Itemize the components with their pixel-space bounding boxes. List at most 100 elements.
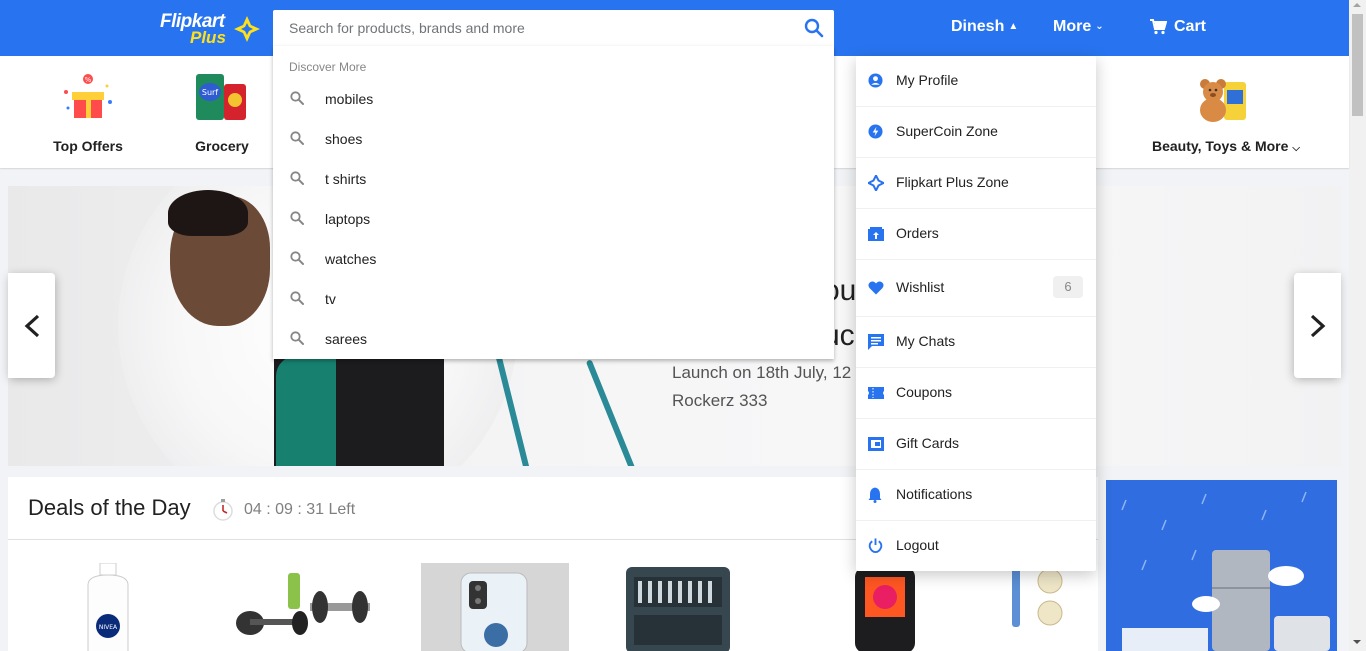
search-icon[interactable]	[804, 18, 824, 38]
phone-case-image	[460, 572, 528, 651]
scroll-down-arrow-icon[interactable]	[1353, 640, 1361, 644]
menu-item-label: SuperCoin Zone	[896, 123, 998, 139]
search-icon	[290, 131, 304, 145]
menu-item-gift-cards[interactable]: Gift Cards	[856, 419, 1096, 470]
profile-menu-dropdown: My Profile SuperCoin Zone Flipkart Plus …	[856, 56, 1096, 571]
menu-item-my-chats[interactable]: My Chats	[856, 317, 1096, 368]
search-suggestion-item[interactable]: t shirts	[273, 159, 834, 199]
cart-link[interactable]: Cart	[1150, 18, 1206, 36]
menu-item-label: Gift Cards	[896, 435, 960, 451]
category-label: Top Offers	[53, 138, 123, 154]
page-scrollbar[interactable]	[1349, 0, 1366, 651]
menu-item-label: Flipkart Plus Zone	[896, 174, 1009, 190]
menu-item-label: Logout	[896, 537, 939, 553]
deals-title: Deals of the Day	[28, 495, 191, 520]
category-label: Grocery	[195, 138, 249, 154]
search-bar	[273, 10, 834, 46]
banner-launch-text: Launch on 18th July, 12	[672, 363, 852, 382]
search-input[interactable]	[273, 10, 793, 46]
user-menu-toggle[interactable]: Dinesh ▲	[951, 18, 1018, 36]
search-suggestion-item[interactable]: sarees	[273, 319, 834, 359]
search-suggestion-item[interactable]: mobiles	[273, 79, 834, 119]
menu-item-label: Notifications	[896, 486, 973, 502]
menu-item-notifications[interactable]: Notifications	[856, 470, 1096, 521]
search-icon	[290, 91, 304, 105]
deal-product-accessories[interactable]	[998, 563, 1094, 651]
chevron-right-icon	[1310, 314, 1326, 338]
deal-product-tool-kit[interactable]	[624, 563, 732, 651]
cart-label: Cart	[1174, 18, 1207, 35]
flipkart-plus-logo[interactable]: Flipkart Plus	[160, 10, 262, 47]
earphone-cable	[585, 359, 637, 466]
deal-product-lotion[interactable]: NIVEA	[78, 563, 138, 651]
deal-product-fitness-kit[interactable]	[230, 563, 380, 651]
lotion-bottle-image: NIVEA	[87, 563, 129, 651]
deal-product-feature-phone[interactable]	[853, 563, 917, 651]
category-grocery[interactable]: Surf Grocery	[172, 56, 272, 168]
scrollbar-thumb[interactable]	[1352, 14, 1363, 116]
svg-text:Surf: Surf	[202, 88, 218, 97]
suggestions-heading: Discover More	[289, 60, 367, 74]
menu-item-orders[interactable]: Orders	[856, 209, 1096, 260]
suggestion-text: laptops	[325, 211, 371, 227]
scroll-up-arrow-icon[interactable]	[1353, 3, 1361, 7]
category-label: Beauty, Toys & More ⌵	[1152, 138, 1300, 154]
banner-model-hair	[168, 190, 248, 236]
appliances-image	[1121, 491, 1330, 651]
category-label-text: Beauty, Toys & More	[1152, 138, 1289, 154]
tool-kit-image	[626, 567, 730, 651]
svg-text:NIVEA: NIVEA	[99, 624, 118, 631]
more-label: More	[1053, 18, 1092, 35]
chevron-down-icon: ⌵	[1292, 143, 1300, 154]
offers-gift-icon: %	[64, 74, 112, 118]
search-suggestion-item[interactable]: laptops	[273, 199, 834, 239]
search-suggestions-dropdown: Discover More mobiles shoes t shirts laptop…	[273, 46, 834, 359]
suggestion-text: tv	[325, 291, 336, 307]
search-suggestion-item[interactable]: tv	[273, 279, 834, 319]
user-name: Dinesh	[951, 18, 1005, 35]
grocery-packs-icon: Surf	[196, 74, 246, 120]
menu-item-logout[interactable]: Logout	[856, 521, 1096, 571]
heart-icon	[868, 281, 884, 295]
accessories-image	[1012, 567, 1094, 651]
search-icon	[290, 251, 304, 265]
suggestion-text: sarees	[325, 331, 368, 347]
menu-item-label: Wishlist	[896, 279, 945, 295]
menu-item-label: My Chats	[896, 333, 956, 349]
menu-item-flipkart-plus-zone[interactable]: Flipkart Plus Zone	[856, 158, 1096, 209]
search-suggestion-item[interactable]: watches	[273, 239, 834, 279]
deal-product-phone-case[interactable]	[421, 563, 569, 651]
chevron-down-icon: ⌄	[1095, 21, 1104, 32]
banner-prev-button[interactable]	[8, 273, 55, 378]
more-menu-toggle[interactable]: More ⌄	[1053, 18, 1104, 36]
suggestion-text: t shirts	[325, 171, 367, 187]
profile-icon	[868, 73, 883, 88]
search-suggestion-item[interactable]: shoes	[273, 119, 834, 159]
category-top-offers[interactable]: % Top Offers	[38, 56, 138, 168]
chat-icon	[868, 334, 884, 350]
promo-appliances-banner[interactable]	[1106, 480, 1337, 651]
bell-icon	[868, 487, 882, 503]
dumbbell-set-image	[236, 573, 370, 635]
chevron-up-icon: ▲	[1008, 21, 1019, 32]
logo-plus-text: Plus	[190, 28, 226, 47]
menu-item-coupons[interactable]: Coupons	[856, 368, 1096, 419]
menu-item-label: My Profile	[896, 72, 959, 88]
banner-product-text: Rockerz 333	[672, 391, 768, 410]
coupon-icon	[868, 387, 884, 399]
orders-icon	[868, 227, 884, 241]
supercoin-icon	[868, 124, 883, 139]
menu-item-my-profile[interactable]: My Profile	[856, 56, 1096, 107]
power-icon	[868, 538, 883, 553]
search-icon	[290, 211, 304, 225]
suggestion-text: watches	[325, 251, 377, 267]
menu-item-supercoin-zone[interactable]: SuperCoin Zone	[856, 107, 1096, 158]
category-beauty-toys[interactable]: Beauty, Toys & More ⌵	[1152, 56, 1300, 168]
search-icon	[290, 331, 304, 345]
teddy-bear-icon	[1200, 79, 1246, 122]
plus-star-icon	[234, 16, 260, 42]
search-icon	[290, 291, 304, 305]
deals-countdown: 04 : 09 : 31 Left	[244, 501, 356, 518]
banner-next-button[interactable]	[1294, 273, 1341, 378]
menu-item-wishlist[interactable]: Wishlist 6	[856, 260, 1096, 317]
